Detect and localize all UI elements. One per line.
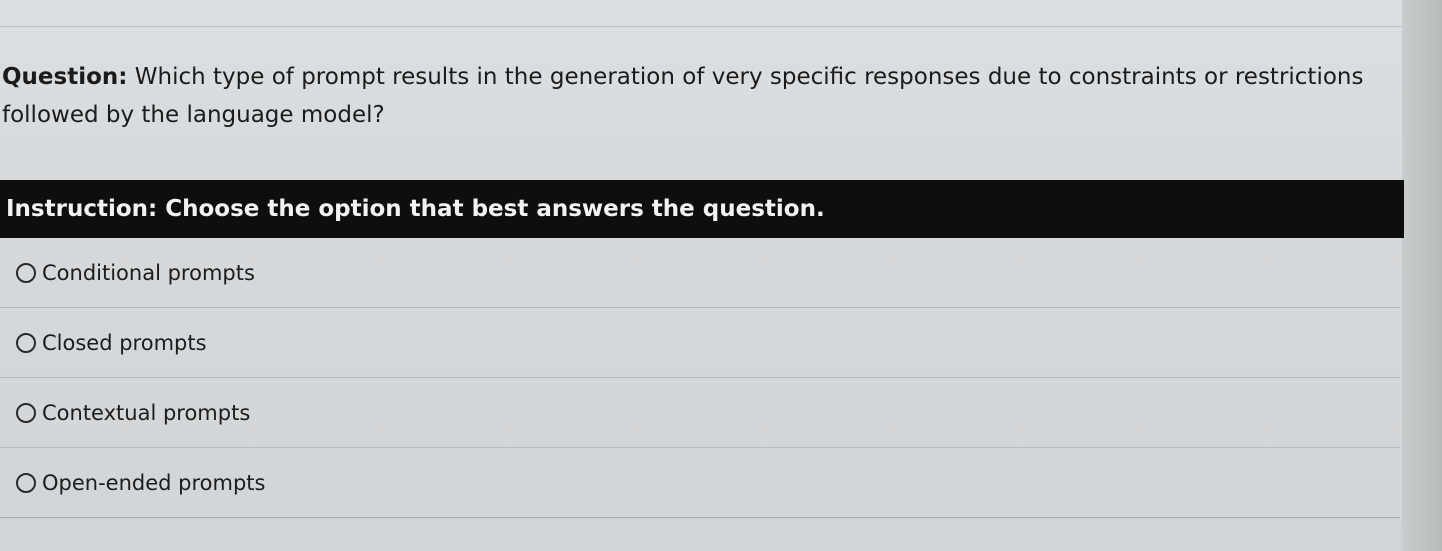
radio-button[interactable] xyxy=(16,332,36,353)
option-closed-prompts[interactable]: Closed prompts xyxy=(0,308,1400,378)
radio-button[interactable] xyxy=(16,402,36,423)
radio-button[interactable] xyxy=(16,472,36,493)
option-label: Contextual prompts xyxy=(42,400,251,425)
option-open-ended-prompts[interactable]: Open-ended prompts xyxy=(0,448,1400,518)
option-label: Conditional prompts xyxy=(42,260,255,285)
radio-button[interactable] xyxy=(16,262,36,283)
question-block: Question: Which type of prompt results i… xyxy=(2,58,1382,134)
screen-edge xyxy=(1402,0,1442,551)
instruction-bar: Instruction: Choose the option that best… xyxy=(0,180,1404,238)
option-conditional-prompts[interactable]: Conditional prompts xyxy=(0,238,1400,308)
option-contextual-prompts[interactable]: Contextual prompts xyxy=(0,378,1400,448)
option-label: Closed prompts xyxy=(42,330,207,355)
question-label: Question: xyxy=(2,64,128,90)
option-label: Open-ended prompts xyxy=(42,470,266,495)
top-divider xyxy=(0,26,1410,27)
instruction-text: Instruction: Choose the option that best… xyxy=(6,196,825,222)
question-text: Which type of prompt results in the gene… xyxy=(2,64,1364,128)
answer-options: Conditional prompts Closed prompts Conte… xyxy=(0,238,1400,518)
